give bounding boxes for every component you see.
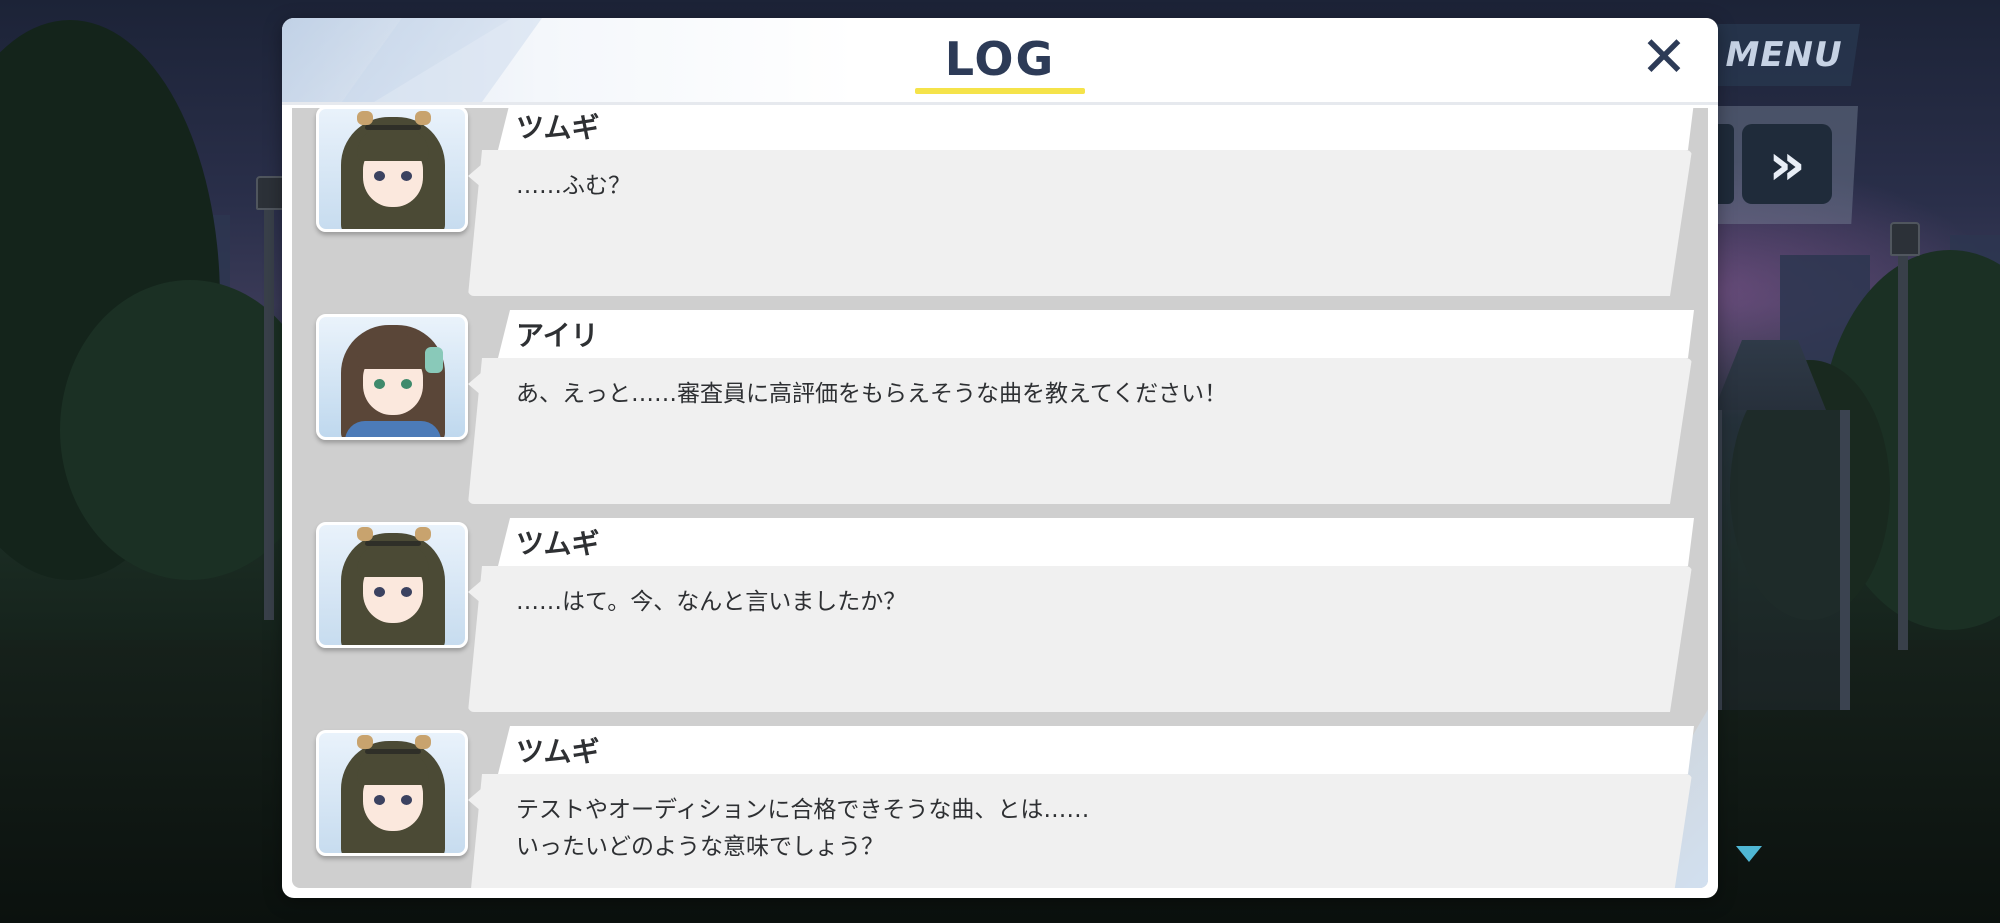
- log-title: LOG: [944, 32, 1056, 86]
- speaker-avatar-airi: [316, 314, 468, 440]
- log-header: LOG ✕: [282, 18, 1718, 102]
- street-lamp: [264, 200, 274, 620]
- message-text: あ、えっと……審査員に高評価をもらえそうな曲を教えてください！: [516, 381, 1228, 407]
- close-button[interactable]: ✕: [1634, 28, 1694, 88]
- speaker-name-box: [498, 108, 1694, 150]
- message-text: ……はて。今、なんと言いましたか？: [516, 589, 907, 615]
- speaker-name-box: [498, 518, 1694, 566]
- message-text: ……ふむ？: [516, 173, 631, 199]
- scroll-down-icon[interactable]: [1736, 846, 1762, 862]
- log-entry: ツムギ ……ふむ？: [292, 108, 1708, 302]
- speaker-name: アイリ: [516, 319, 599, 352]
- speaker-avatar-tsumugi: [316, 522, 468, 648]
- menu-button[interactable]: MENU: [1708, 24, 1860, 86]
- speaker-avatar-tsumugi: [316, 108, 468, 232]
- log-list[interactable]: ツムギ ……ふむ？ アイリ あ、えっと……審査員に高評価をもらえそうな曲を教えて…: [292, 108, 1708, 888]
- log-panel: LOG ✕ ツムギ ……ふむ？ アイリ あ、えっと……審査員に高評価をもらえそう…: [282, 18, 1718, 898]
- street-lamp: [1898, 250, 1908, 650]
- speaker-name: ツムギ: [516, 527, 600, 560]
- log-entry: アイリ あ、えっと……審査員に高評価をもらえそうな曲を教えてください！: [292, 310, 1708, 510]
- gazebo: [1712, 410, 1850, 710]
- speaker-name: ツムギ: [516, 735, 600, 768]
- fast-forward-button[interactable]: »: [1742, 124, 1832, 204]
- speaker-name: ツムギ: [516, 111, 600, 144]
- fast-forward-icon: »: [1768, 130, 1806, 198]
- message-text: テストやオーディションに合格できそうな曲、とは…… いったいどのような意味でしょ…: [516, 797, 1090, 860]
- header-divider: [282, 102, 1718, 105]
- speaker-name-box: [498, 310, 1694, 358]
- close-icon: ✕: [1640, 25, 1688, 90]
- speaker-name-box: [498, 726, 1694, 774]
- log-entry: ツムギ テストやオーディションに合格できそうな曲、とは…… いったいどのような意…: [292, 726, 1708, 888]
- title-underline: [915, 88, 1085, 94]
- tree: [60, 280, 320, 580]
- log-entry: ツムギ ……はて。今、なんと言いましたか？: [292, 518, 1708, 718]
- street-lamp-head: [1890, 222, 1920, 256]
- speaker-avatar-tsumugi: [316, 730, 468, 856]
